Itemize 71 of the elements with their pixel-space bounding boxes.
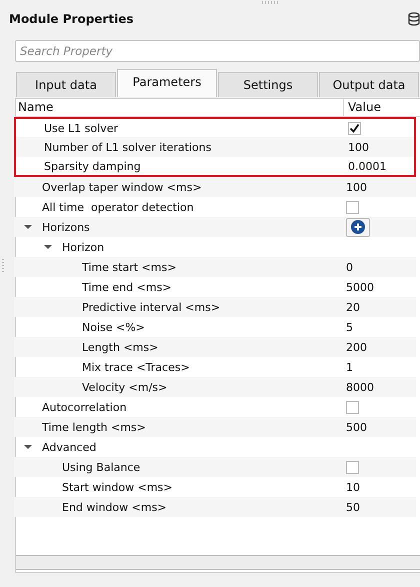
property-value[interactable]: 10 <box>346 480 360 494</box>
column-header: Name <box>16 99 344 116</box>
add-button[interactable] <box>346 218 370 236</box>
property-name: Using Balance <box>62 460 140 474</box>
table-row[interactable]: Horizons <box>14 217 416 237</box>
property-name: Sparsity damping <box>44 160 141 172</box>
property-value[interactable]: 500 <box>346 420 367 434</box>
property-name: End window <ms> <box>62 500 167 514</box>
table-row[interactable]: Advanced <box>14 437 416 457</box>
resize-handle[interactable] <box>2 258 4 272</box>
property-name: Mix trace <Traces> <box>82 360 190 374</box>
database-icon[interactable] <box>408 12 420 26</box>
tab[interactable]: Input data <box>16 72 116 97</box>
checkbox[interactable] <box>346 460 359 474</box>
horizontal-scrollbar[interactable] <box>16 555 420 570</box>
property-value[interactable]: 1 <box>346 360 353 374</box>
tab[interactable]: Output data <box>319 72 419 97</box>
property-name: Time length <ms> <box>42 420 146 434</box>
drag-handle[interactable] <box>262 1 278 4</box>
property-name: Overlap taper window <ms> <box>42 180 202 194</box>
table-row[interactable]: Time start <ms> 0 <box>14 257 416 277</box>
property-value[interactable]: 0.0001 <box>348 160 386 172</box>
property-value[interactable]: 100 <box>346 180 367 194</box>
property-name: Time start <ms> <box>82 260 176 274</box>
property-name: Advanced <box>42 440 96 454</box>
table-row[interactable]: Velocity <m/s> 8000 <box>14 377 416 397</box>
property-name: Predictive interval <ms> <box>82 300 220 314</box>
property-name: Velocity <m/s> <box>82 380 168 394</box>
property-name: Noise <%> <box>82 320 145 334</box>
tab[interactable]: Settings <box>218 72 318 97</box>
property-name: Time end <ms> <box>82 280 172 294</box>
column-header: Value <box>347 99 382 116</box>
table-row[interactable]: End window <ms> 50 <box>14 497 416 517</box>
property-name: Horizons <box>42 220 90 234</box>
property-value[interactable]: 0 <box>346 260 353 274</box>
table-row[interactable]: Noise <%> 5 <box>14 317 416 337</box>
property-value[interactable]: 200 <box>346 340 367 354</box>
property-value[interactable]: 8000 <box>346 380 374 394</box>
property-name: Length <ms> <box>82 340 158 354</box>
checkbox[interactable] <box>348 122 361 134</box>
table-row[interactable]: Start window <ms> 10 <box>14 477 416 497</box>
table-row[interactable]: All time operator detection <box>14 197 416 217</box>
property-value[interactable]: 5000 <box>346 280 374 294</box>
panel-title: Module Properties <box>9 12 134 26</box>
property-name: Use L1 solver <box>44 122 118 134</box>
search-field[interactable]: Search Property <box>15 40 420 62</box>
property-name: Autocorrelation <box>42 400 127 414</box>
table-row[interactable]: Using Balance <box>14 457 416 477</box>
property-name: Horizon <box>62 240 104 254</box>
table-row[interactable]: Autocorrelation <box>14 397 416 417</box>
table-row[interactable]: Time end <ms> 5000 <box>14 277 416 297</box>
tab[interactable]: Parameters <box>117 69 217 97</box>
checkbox[interactable] <box>346 400 359 414</box>
caret-icon[interactable] <box>24 444 32 450</box>
table-row[interactable]: Length <ms> 200 <box>14 337 416 357</box>
caret-icon[interactable] <box>44 244 52 250</box>
table-row[interactable]: Horizon <box>14 237 416 257</box>
property-name: Number of L1 solver iterations <box>44 140 212 154</box>
caret-icon[interactable] <box>24 224 32 230</box>
property-name: All time operator detection <box>42 200 194 214</box>
property-value[interactable]: 20 <box>346 300 360 314</box>
checkbox[interactable] <box>346 200 359 214</box>
table-row[interactable]: Mix trace <Traces> 1 <box>14 357 416 377</box>
table-row[interactable]: Time length <ms> 500 <box>14 417 416 437</box>
table-row[interactable]: Number of L1 solver iterations 100 <box>14 137 416 157</box>
table-row[interactable]: Overlap taper window <ms> 100 <box>14 177 416 197</box>
property-value[interactable]: 50 <box>346 500 360 514</box>
table-row[interactable]: Predictive interval <ms> 20 <box>14 297 416 317</box>
property-name: Start window <ms> <box>62 480 172 494</box>
property-value[interactable]: 5 <box>346 320 353 334</box>
property-value[interactable]: 100 <box>348 140 369 154</box>
